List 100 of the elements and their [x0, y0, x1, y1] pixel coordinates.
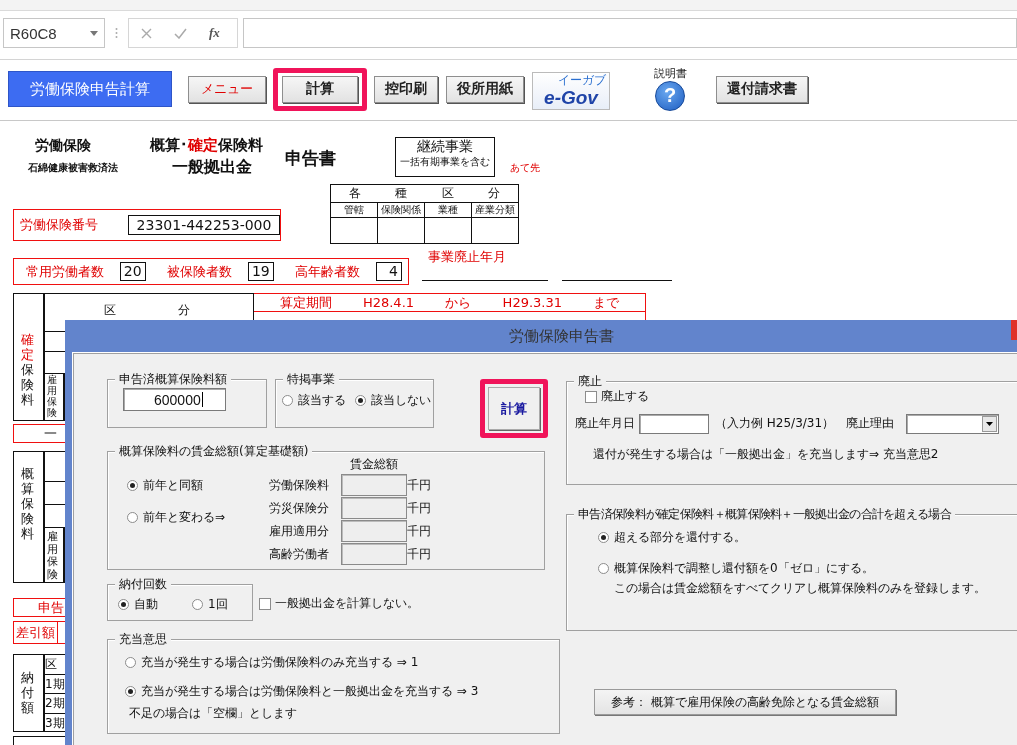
insert-function-button[interactable]: fx	[209, 25, 220, 41]
toolbar-button[interactable]: 役所用紙	[446, 75, 524, 103]
checkbox-label: 廃止する	[601, 388, 649, 405]
heading-text: 労働保険	[35, 137, 91, 155]
field-label: 労働保険番号	[20, 216, 98, 234]
field-label: 高年齢者数	[295, 262, 361, 281]
refund-request-button[interactable]: 還付請求書	[716, 75, 808, 103]
unit-label: 千円	[407, 545, 432, 563]
radio-button[interactable]	[282, 395, 293, 406]
period-end: H29.3.31	[502, 295, 562, 310]
reason-dropdown[interactable]	[906, 413, 1000, 434]
checkbox-label: 一般拠出金を計算しない。	[275, 595, 419, 612]
period-row-label: 区	[45, 656, 57, 673]
radio-label: 該当する	[298, 392, 346, 409]
logo-button[interactable]: イーガブ e-Gov	[532, 72, 610, 110]
period-row-label: 3期	[45, 714, 65, 732]
radio-button[interactable]	[127, 512, 138, 523]
date-input[interactable]	[639, 413, 709, 434]
radio-button[interactable]	[598, 563, 609, 574]
note-text: 還付が発生する場合は「一般拠出金」を充当します⇒ 充当意思2	[592, 445, 940, 463]
period-label: 算定期間	[279, 293, 332, 312]
row-label: 納付額	[21, 671, 34, 716]
column-header: 保険関係	[381, 204, 421, 215]
radio-button[interactable]	[118, 599, 129, 610]
amount-input[interactable]: 600000	[123, 388, 226, 411]
radio-button[interactable]	[355, 395, 366, 406]
column-header: 区	[104, 302, 116, 319]
toolbar-button[interactable]: 計算	[282, 75, 358, 103]
wage-input[interactable]	[341, 520, 407, 542]
count-value: 20	[119, 262, 146, 281]
column-header: 業種	[438, 204, 458, 215]
radio-label: 1回	[208, 596, 228, 613]
wage-input[interactable]	[341, 497, 407, 519]
cancel-icon[interactable]	[141, 27, 152, 39]
row-label: 雇用保険	[47, 531, 58, 582]
count-value: 19	[247, 262, 274, 281]
heading-subtext: 石綿健康被害救済法	[28, 161, 118, 175]
note-text: この場合は賃金総額をすべてクリアし概算保険料のみを登録します。	[613, 580, 987, 597]
dropdown-icon[interactable]	[982, 415, 998, 432]
radio-button[interactable]	[125, 686, 136, 697]
box-subtitle: 一括有期事業を含む	[399, 155, 491, 168]
period-row-label: 1期	[45, 675, 65, 693]
period-row-label: 2期	[45, 695, 65, 712]
checkbox[interactable]	[259, 597, 271, 610]
form-title: 申告書	[285, 147, 336, 170]
formula-input[interactable]	[243, 18, 1017, 48]
wage-input[interactable]	[341, 543, 407, 565]
menu-button[interactable]: メニュー	[188, 75, 266, 103]
check-icon[interactable]	[174, 27, 187, 39]
radio-label: 前年と変わる⇒	[143, 509, 226, 526]
cell-reference: R60C8	[10, 24, 57, 42]
row-label: 差引額	[16, 625, 55, 640]
app-title-button[interactable]: 労働保険申告計算	[8, 71, 172, 107]
row-label: 概算保険料	[21, 467, 34, 542]
field-label: 雇用適用分	[269, 522, 330, 540]
group-label: 申告済保険料が確定保険料＋概算保険料＋一般拠出金の合計を超える場合	[578, 507, 951, 521]
count-value: 4	[375, 262, 402, 281]
radio-label: 前年と同額	[143, 476, 203, 494]
dialog-title: 労働保険申告書	[508, 326, 614, 346]
box-title: 継続事業	[416, 138, 474, 156]
column-header: 賃金総額	[349, 456, 399, 473]
field-label: 常用労働者数	[26, 262, 104, 281]
calculate-button[interactable]: 計算	[488, 387, 540, 430]
field-label: 被保険者数	[167, 262, 233, 281]
field-label: 労働保険料	[269, 476, 330, 494]
checkbox[interactable]	[585, 390, 597, 403]
toolbar-button[interactable]: 控印刷	[374, 75, 438, 103]
field-label: 廃止理由	[846, 415, 895, 432]
radio-label: 該当しない	[371, 392, 431, 409]
radio-button[interactable]	[127, 479, 138, 491]
radio-label: 超える部分を還付する。	[614, 529, 746, 546]
radio-button[interactable]	[192, 599, 203, 610]
unit-label: 千円	[407, 476, 432, 494]
drag-handle-icon[interactable]	[115, 27, 118, 39]
field-label: 事業廃止年月	[428, 248, 506, 266]
row-label: 確定 保険料	[21, 333, 34, 408]
radio-label: 充当が発生する場合は労働保険料と一般拠出金を充当する ⇒ 3	[141, 683, 479, 700]
period-word: まで	[593, 293, 620, 312]
radio-label: 充当が発生する場合は労働保険料のみ充当する ⇒ 1	[141, 654, 419, 671]
field-label: 高齢労働者	[269, 545, 330, 563]
group-label: 申告済概算保険料額	[119, 372, 227, 386]
reference-button[interactable]: 参考： 概算で雇用保険の高齢免除となる賃金総額	[594, 689, 896, 715]
help-label: 説明書	[653, 65, 687, 81]
form-title: 一般拠出金	[172, 157, 252, 178]
row-label: 雇用保険	[47, 374, 57, 418]
radio-label: 自動	[134, 596, 158, 613]
radio-button[interactable]	[125, 657, 136, 668]
unit-label: 千円	[407, 499, 432, 517]
example-text: （入力例 H25/3/31）	[715, 415, 835, 432]
group-label: 納付回数	[119, 577, 167, 591]
unit-label: 千円	[407, 522, 432, 540]
wage-input[interactable]	[341, 474, 407, 496]
insurance-number-value: 23301-442253-000	[128, 215, 280, 235]
form-title: 概算･確定保険料	[150, 136, 263, 155]
name-box[interactable]: R60C8	[3, 18, 105, 48]
group-label: 概算保険料の賃金総額(算定基礎額)	[119, 444, 309, 458]
radio-button[interactable]	[598, 532, 609, 543]
column-header: 産業分類	[475, 204, 515, 215]
period-word: から	[445, 293, 472, 312]
group-label: 廃止	[578, 374, 602, 388]
